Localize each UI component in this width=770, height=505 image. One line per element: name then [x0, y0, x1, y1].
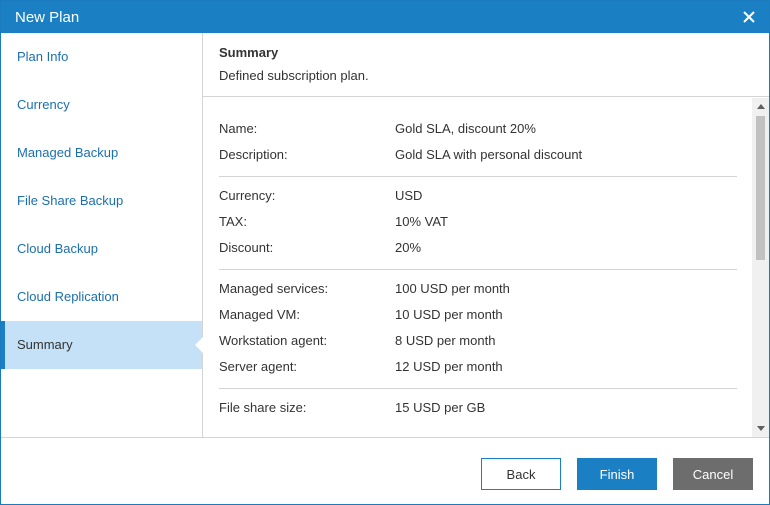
- step-label: Cloud Replication: [17, 289, 119, 304]
- row-value: 100 USD per month: [395, 281, 510, 296]
- row-label: Currency:: [219, 188, 276, 203]
- dialog-title: New Plan: [15, 8, 80, 26]
- step-label: Summary: [17, 337, 73, 352]
- summary-group-file-share: File share size: 15 USD per GB: [219, 389, 737, 429]
- row-label: Workstation agent:: [219, 333, 328, 348]
- summary-row: Discount: 20%: [219, 235, 737, 261]
- step-label: Managed Backup: [17, 145, 119, 160]
- back-button[interactable]: Back: [481, 458, 561, 490]
- step-cloud-replication[interactable]: Cloud Replication: [1, 273, 202, 321]
- row-label: Managed VM:: [219, 307, 300, 322]
- summary-scroll-area[interactable]: Name: Gold SLA, discount 20% Description:…: [203, 98, 769, 437]
- scroll-down-arrow-icon[interactable]: [752, 420, 769, 437]
- step-plan-info[interactable]: Plan Info: [1, 33, 202, 81]
- cancel-button[interactable]: Cancel: [673, 458, 753, 490]
- summary-row: TAX: 10% VAT: [219, 209, 737, 235]
- finish-button[interactable]: Finish: [577, 458, 657, 490]
- scroll-up-arrow-icon[interactable]: [752, 98, 769, 115]
- row-value: 12 USD per month: [395, 359, 503, 374]
- step-cloud-backup[interactable]: Cloud Backup: [1, 225, 202, 273]
- summary-group-currency: Currency: USD TAX: 10% VAT Discount: 20%: [219, 177, 737, 270]
- row-value: 10 USD per month: [395, 307, 503, 322]
- row-value: Gold SLA with personal discount: [395, 147, 583, 162]
- summary-row: Managed services: 100 USD per month: [219, 276, 737, 302]
- row-value: 15 USD per GB: [395, 400, 486, 415]
- summary-list: Name: Gold SLA, discount 20% Description:…: [203, 98, 769, 429]
- step-file-share-backup[interactable]: File Share Backup: [1, 177, 202, 225]
- title-bar: New Plan: [1, 1, 769, 33]
- summary-row: File share size: 15 USD per GB: [219, 395, 737, 421]
- step-managed-backup[interactable]: Managed Backup: [1, 129, 202, 177]
- step-currency[interactable]: Currency: [1, 81, 202, 129]
- row-value: 8 USD per month: [395, 333, 496, 348]
- page-subtitle: Defined subscription plan.: [219, 68, 369, 83]
- summary-row: Name: Gold SLA, discount 20%: [219, 116, 737, 142]
- row-label: TAX:: [219, 214, 247, 229]
- row-label: File share size:: [219, 400, 307, 415]
- close-icon[interactable]: [729, 1, 769, 33]
- panel-header: Summary Defined subscription plan.: [203, 33, 769, 97]
- summary-row: Workstation agent: 8 USD per month: [219, 328, 737, 354]
- dialog-content: Plan Info Currency Managed Backup File S…: [1, 33, 769, 437]
- summary-row: Currency: USD: [219, 183, 737, 209]
- row-label: Managed services:: [219, 281, 329, 296]
- summary-row: Description: Gold SLA with personal disco…: [219, 142, 737, 168]
- row-label: Discount:: [219, 240, 274, 255]
- row-value: USD: [395, 188, 423, 203]
- row-value: 10% VAT: [395, 214, 448, 229]
- vertical-scrollbar[interactable]: [752, 98, 769, 437]
- new-plan-dialog: New Plan Plan Info Currency Managed Back…: [0, 0, 770, 505]
- dialog-footer: Back Finish Cancel: [1, 437, 769, 504]
- row-value: Gold SLA, discount 20%: [395, 121, 536, 136]
- step-label: Cloud Backup: [17, 241, 98, 256]
- row-label: Server agent:: [219, 359, 298, 374]
- summary-group-managed-backup: Managed services: 100 USD per month Manag…: [219, 270, 737, 389]
- step-summary[interactable]: Summary: [1, 321, 203, 369]
- step-label: Plan Info: [17, 49, 69, 64]
- wizard-steps-sidebar: Plan Info Currency Managed Backup File S…: [1, 33, 203, 437]
- row-label: Name:: [219, 121, 258, 136]
- step-label: File Share Backup: [17, 193, 124, 208]
- page-title: Summary: [219, 45, 279, 60]
- scrollbar-thumb[interactable]: [756, 116, 765, 260]
- summary-row: Managed VM: 10 USD per month: [219, 302, 737, 328]
- step-label: Currency: [17, 97, 70, 112]
- row-label: Description:: [219, 147, 288, 162]
- summary-row: Server agent: 12 USD per month: [219, 354, 737, 380]
- summary-group-general: Name: Gold SLA, discount 20% Description:…: [219, 110, 737, 177]
- summary-panel: Summary Defined subscription plan. Name:…: [203, 33, 769, 437]
- row-value: 20%: [395, 240, 422, 255]
